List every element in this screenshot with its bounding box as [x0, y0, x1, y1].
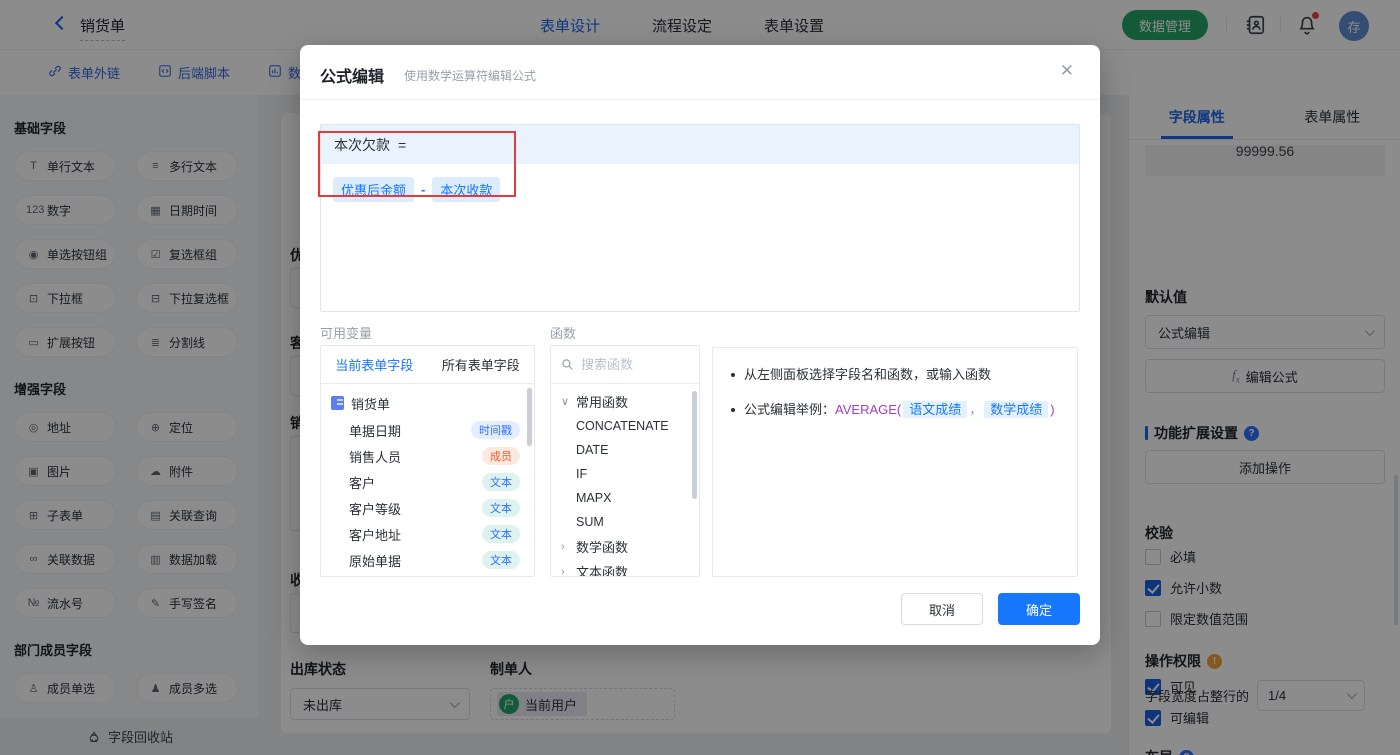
close-paren: ): [1050, 402, 1055, 417]
function-group-label: 文本函数: [576, 565, 629, 577]
variable-单据日期[interactable]: 单据日期 时间戳: [321, 417, 534, 443]
help-line-1: 从左侧面板选择字段名和函数，或输入函数: [731, 364, 1059, 386]
help-text-1: 从左侧面板选择字段名和函数，或输入函数: [744, 367, 992, 382]
function-group-文本函数[interactable]: › 文本函数: [551, 559, 699, 577]
variable-name: 原始单据: [349, 553, 402, 569]
variable-客户等级[interactable]: 客户等级 文本: [321, 495, 534, 521]
example-field-chip: 语文成绩: [903, 401, 968, 418]
help-example-prefix: 公式编辑举例：: [744, 402, 836, 417]
variables-tabs: 当前表单字段 所有表单字段: [321, 346, 534, 384]
app-window: 销货单 表单设计流程设定表单设置 数据管理 存 表单外链后端脚本数据权 预览 保…: [0, 0, 1400, 755]
function-DATE[interactable]: DATE: [551, 438, 699, 462]
variable-name: 客户: [349, 475, 376, 491]
annotation-rectangle: [318, 131, 516, 197]
function-CONCATENATE[interactable]: CONCATENATE: [551, 414, 699, 438]
function-group-label: 常用函数: [576, 395, 629, 410]
type-badge: 文本: [482, 499, 520, 517]
chevron-right-icon: ›: [561, 565, 565, 577]
bullet-icon: [731, 408, 735, 412]
variable-客户地址[interactable]: 客户地址 文本: [321, 521, 534, 547]
chevron-down-icon: ∨: [561, 396, 570, 408]
function-group-数学函数[interactable]: › 数学函数: [551, 534, 699, 559]
variables-tab-所有表单字段[interactable]: 所有表单字段: [428, 346, 535, 383]
help-text-2: 公式编辑举例：AVERAGE(语文成绩，数学成绩): [744, 399, 1055, 421]
variable-name: 单据日期: [349, 423, 402, 439]
variable-原始单据[interactable]: 原始单据 文本: [321, 547, 534, 573]
cancel-button[interactable]: 取消: [901, 593, 983, 625]
chevron-right-icon: ›: [561, 540, 565, 553]
variable-销售人员[interactable]: 销售人员 成员: [321, 443, 534, 469]
variable-name: 客户等级: [349, 501, 402, 517]
dialog-header: 公式编辑 使用数学运算符编辑公式 ✕: [300, 45, 1100, 100]
function-group-label: 数学函数: [576, 540, 629, 555]
type-badge: 成员: [482, 447, 520, 465]
type-badge: 文本: [482, 525, 520, 543]
variable-客户[interactable]: 客户 文本: [321, 469, 534, 495]
functions-panel: ∨ 常用函数 CONCATENATEDATEIFMAPXSUM › 数学函数 › 文本函数: [550, 345, 700, 577]
function-IF[interactable]: IF: [551, 462, 699, 486]
average-function: AVERAGE(: [835, 402, 902, 417]
search-icon: [562, 359, 573, 370]
comma: ，: [969, 402, 983, 417]
variable-field-list: 单据日期 时间戳 销售人员 成员 客户 文本 客户等级 文本 客户地址 文本 原始单据 文本: [321, 417, 534, 573]
example-field-chip: 数学成绩: [984, 401, 1049, 418]
function-list: ∨ 常用函数 CONCATENATE DATE IF MAPX SUM › 数学函数 › 文本函数: [551, 384, 699, 577]
variables-label: 可用变量: [320, 326, 373, 341]
form-root-label: 销货单: [351, 396, 391, 412]
variables-panel: 当前表单字段 所有表单字段 销货单 单据日期 时间戳 销售人员 成员 客户 文本 客户等级 文本…: [320, 345, 535, 577]
function-SUM[interactable]: SUM: [551, 510, 699, 534]
function-search: [551, 346, 699, 384]
variable-name: 销售人员: [349, 449, 402, 465]
dialog-subtitle: 使用数学运算符编辑公式: [404, 69, 537, 83]
close-icon[interactable]: ✕: [1060, 61, 1074, 81]
function-MAPX[interactable]: MAPX: [551, 486, 699, 510]
type-badge: 时间戳: [471, 421, 520, 439]
form-tree-root[interactable]: 销货单: [321, 389, 534, 417]
function-group-常用函数[interactable]: ∨ 常用函数: [551, 389, 699, 414]
function-search-input[interactable]: [581, 357, 681, 372]
scrollbar[interactable]: [527, 388, 532, 446]
dialog-title: 公式编辑: [320, 69, 385, 86]
help-line-2: 公式编辑举例：AVERAGE(语文成绩，数学成绩): [731, 399, 1059, 421]
confirm-button[interactable]: 确定: [998, 593, 1080, 625]
scrollbar[interactable]: [692, 391, 697, 499]
type-badge: 文本: [482, 473, 520, 491]
variables-tab-当前表单字段[interactable]: 当前表单字段: [321, 346, 428, 383]
functions-label: 函数: [550, 326, 577, 341]
variable-name: 客户地址: [349, 527, 402, 543]
type-badge: 文本: [482, 551, 520, 569]
document-icon: [331, 396, 344, 410]
formula-help-panel: 从左侧面板选择字段名和函数，或输入函数 公式编辑举例：AVERAGE(语文成绩，…: [712, 347, 1078, 577]
bullet-icon: [731, 373, 735, 377]
